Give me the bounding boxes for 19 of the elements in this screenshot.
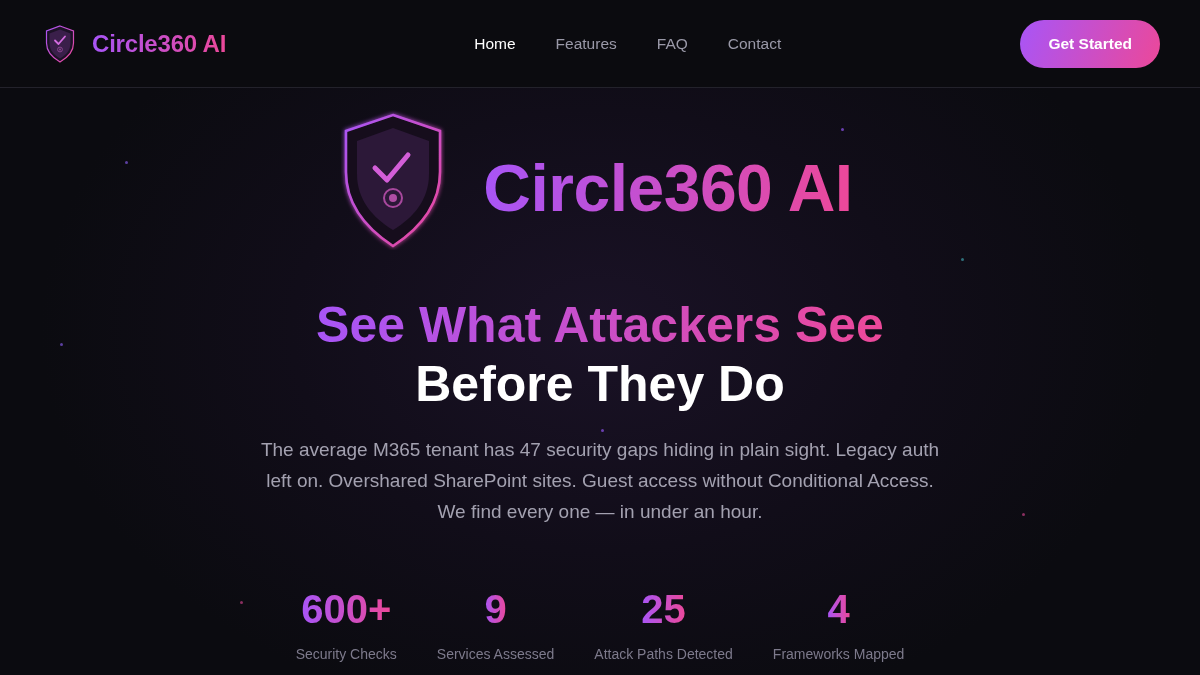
stat-label: Services Assessed [436,646,555,662]
glow-dot-icon [239,600,243,604]
headline-line: Before They Do [415,355,785,414]
nav-link[interactable]: Contact [727,34,782,53]
stat-label: Frameworks Mapped [772,646,905,662]
hero-description: The average M365 tenant has 47 security gaps hiding in plain sight. Legacy auth left on. Overshared SharePoint sites. Guest access without Conditional Access. We find every one — in under an hour. [259,438,941,524]
stat-label: Security Checks [295,646,397,662]
glow-dot-icon [124,160,128,164]
shield-check-icon [45,24,75,63]
stat-label: Attack Paths Detected [594,646,733,662]
glow-dot-icon [960,257,964,261]
get-started-button[interactable]: Get Started [1020,19,1160,68]
glow-dot-icon [59,342,63,346]
glow-dot-icon [1021,512,1025,516]
glow-dot-icon [600,428,604,432]
nav-link[interactable]: Features [555,34,617,53]
glow-dot-icon [840,127,844,131]
nav-link[interactable]: Home [474,34,516,53]
nav-link[interactable]: FAQ [656,34,688,53]
